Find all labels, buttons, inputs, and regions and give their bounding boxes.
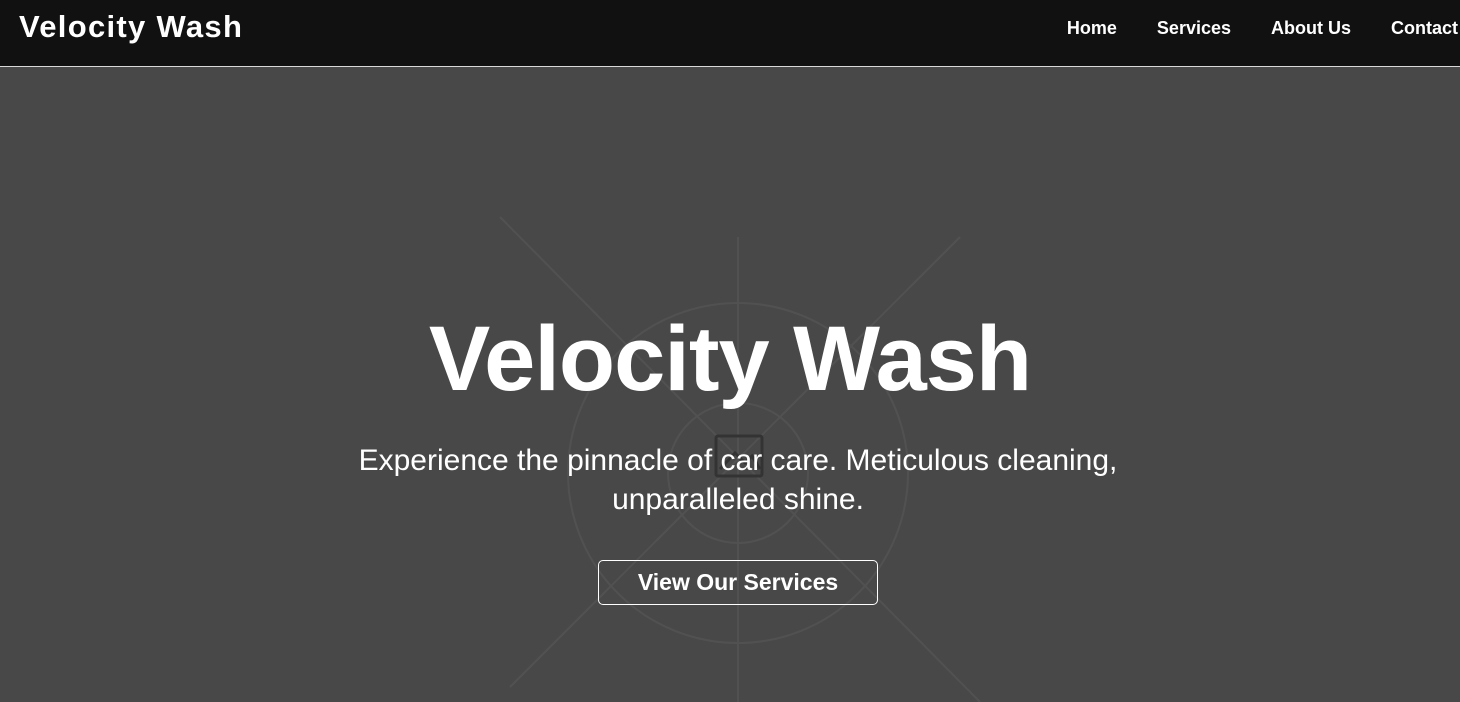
nav-menu: Home Services About Us Contact	[1027, 0, 1460, 56]
view-services-button[interactable]: View Our Services	[598, 560, 878, 605]
top-navbar: Velocity Wash Home Services About Us Con…	[0, 0, 1460, 67]
hero-subtitle: Experience the pinnacle of car care. Met…	[358, 444, 1118, 516]
brand-logo[interactable]: Velocity Wash	[19, 9, 243, 45]
hero-title: Velocity Wash	[428, 308, 1032, 410]
hero-section: Velocity Wash Experience the pinnacle of…	[0, 67, 1460, 702]
nav-item-about-us[interactable]: About Us	[1271, 18, 1351, 39]
nav-item-home[interactable]: Home	[1067, 18, 1117, 39]
nav-item-services[interactable]: Services	[1157, 18, 1231, 39]
nav-item-contact[interactable]: Contact	[1391, 18, 1458, 39]
